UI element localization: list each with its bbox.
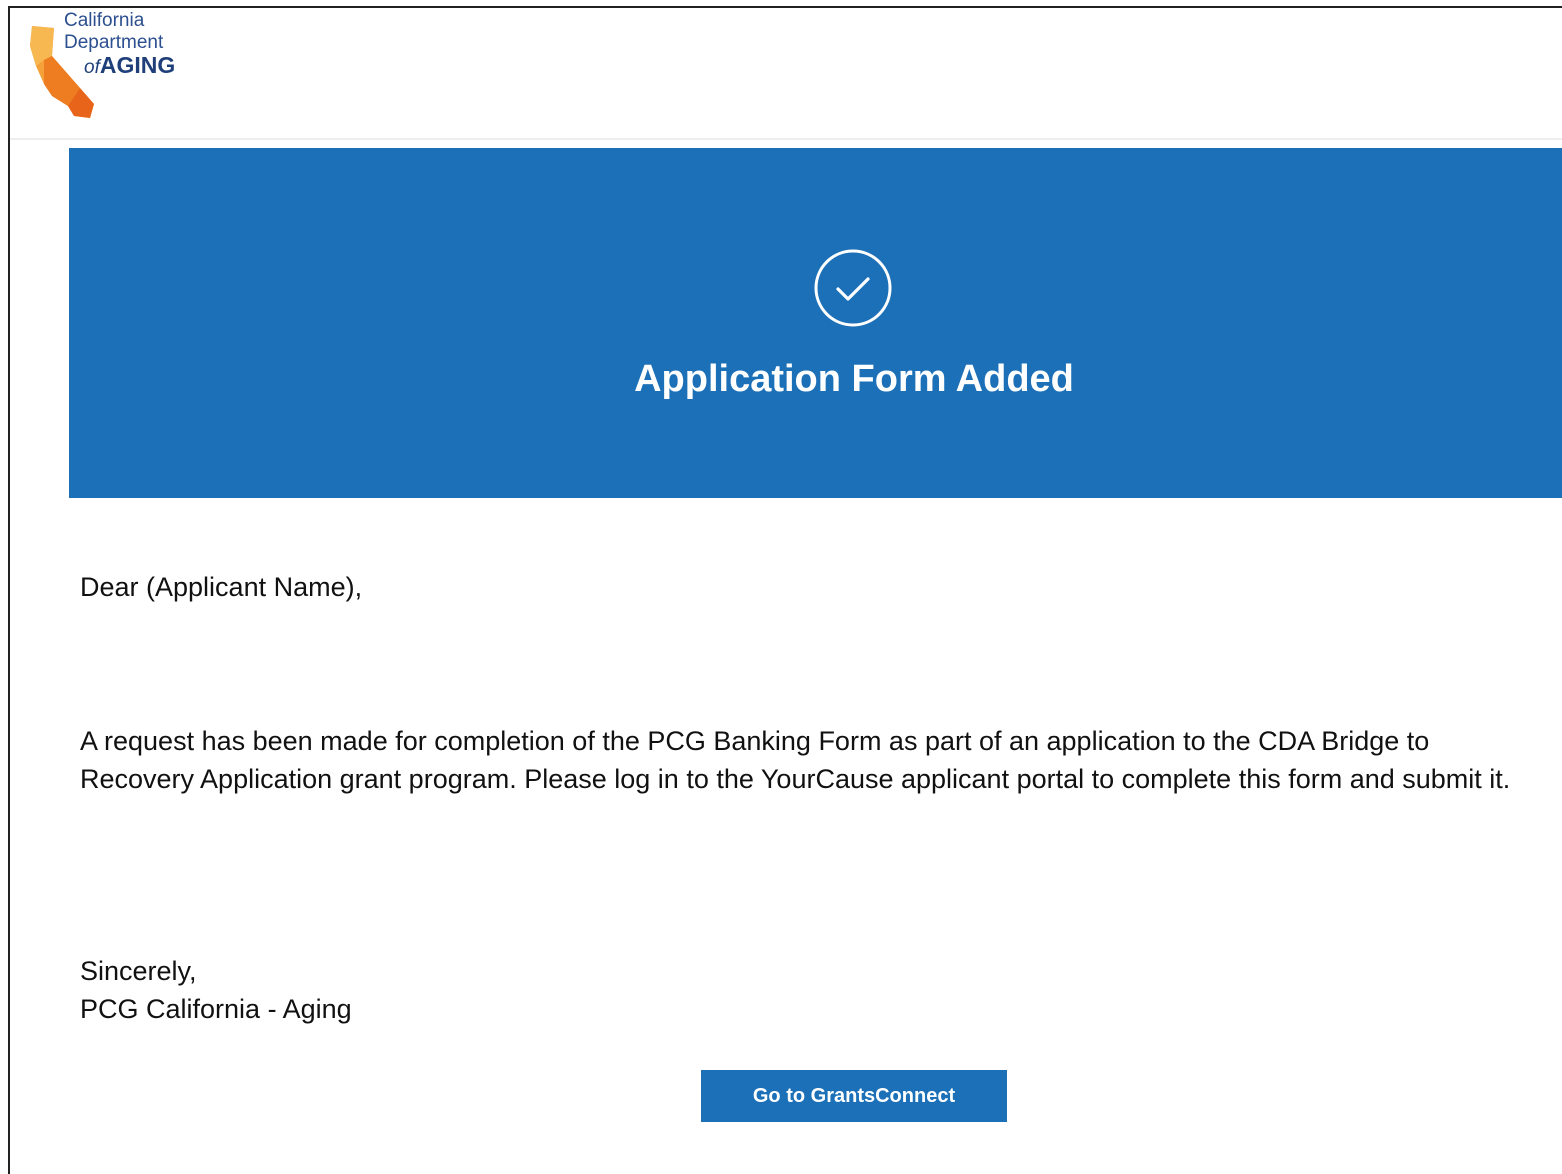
email-signature-block: Sincerely, PCG California - Aging xyxy=(80,952,352,1028)
logo-line-california: California xyxy=(64,10,145,31)
header-divider xyxy=(10,138,1562,140)
logo-wordmark: California Department ofAGING xyxy=(64,10,175,79)
go-to-grantsconnect-button[interactable]: Go to GrantsConnect xyxy=(701,1070,1007,1122)
logo-aging: AGING xyxy=(99,52,176,78)
logo-line-of-aging: ofAGING xyxy=(84,54,175,79)
banner-title: Application Form Added xyxy=(634,358,1074,400)
logo-of: of xyxy=(84,57,100,78)
email-message: A request has been made for completion o… xyxy=(80,726,1511,794)
cda-logo: California Department ofAGING xyxy=(22,10,202,118)
success-banner: Application Form Added xyxy=(69,148,1562,498)
email-closing: Sincerely, xyxy=(80,956,197,986)
email-signature: PCG California - Aging xyxy=(80,994,352,1024)
logo-line-department: Department xyxy=(64,32,164,53)
email-greeting: Dear (Applicant Name), xyxy=(80,572,363,602)
check-circle-icon xyxy=(814,249,892,327)
